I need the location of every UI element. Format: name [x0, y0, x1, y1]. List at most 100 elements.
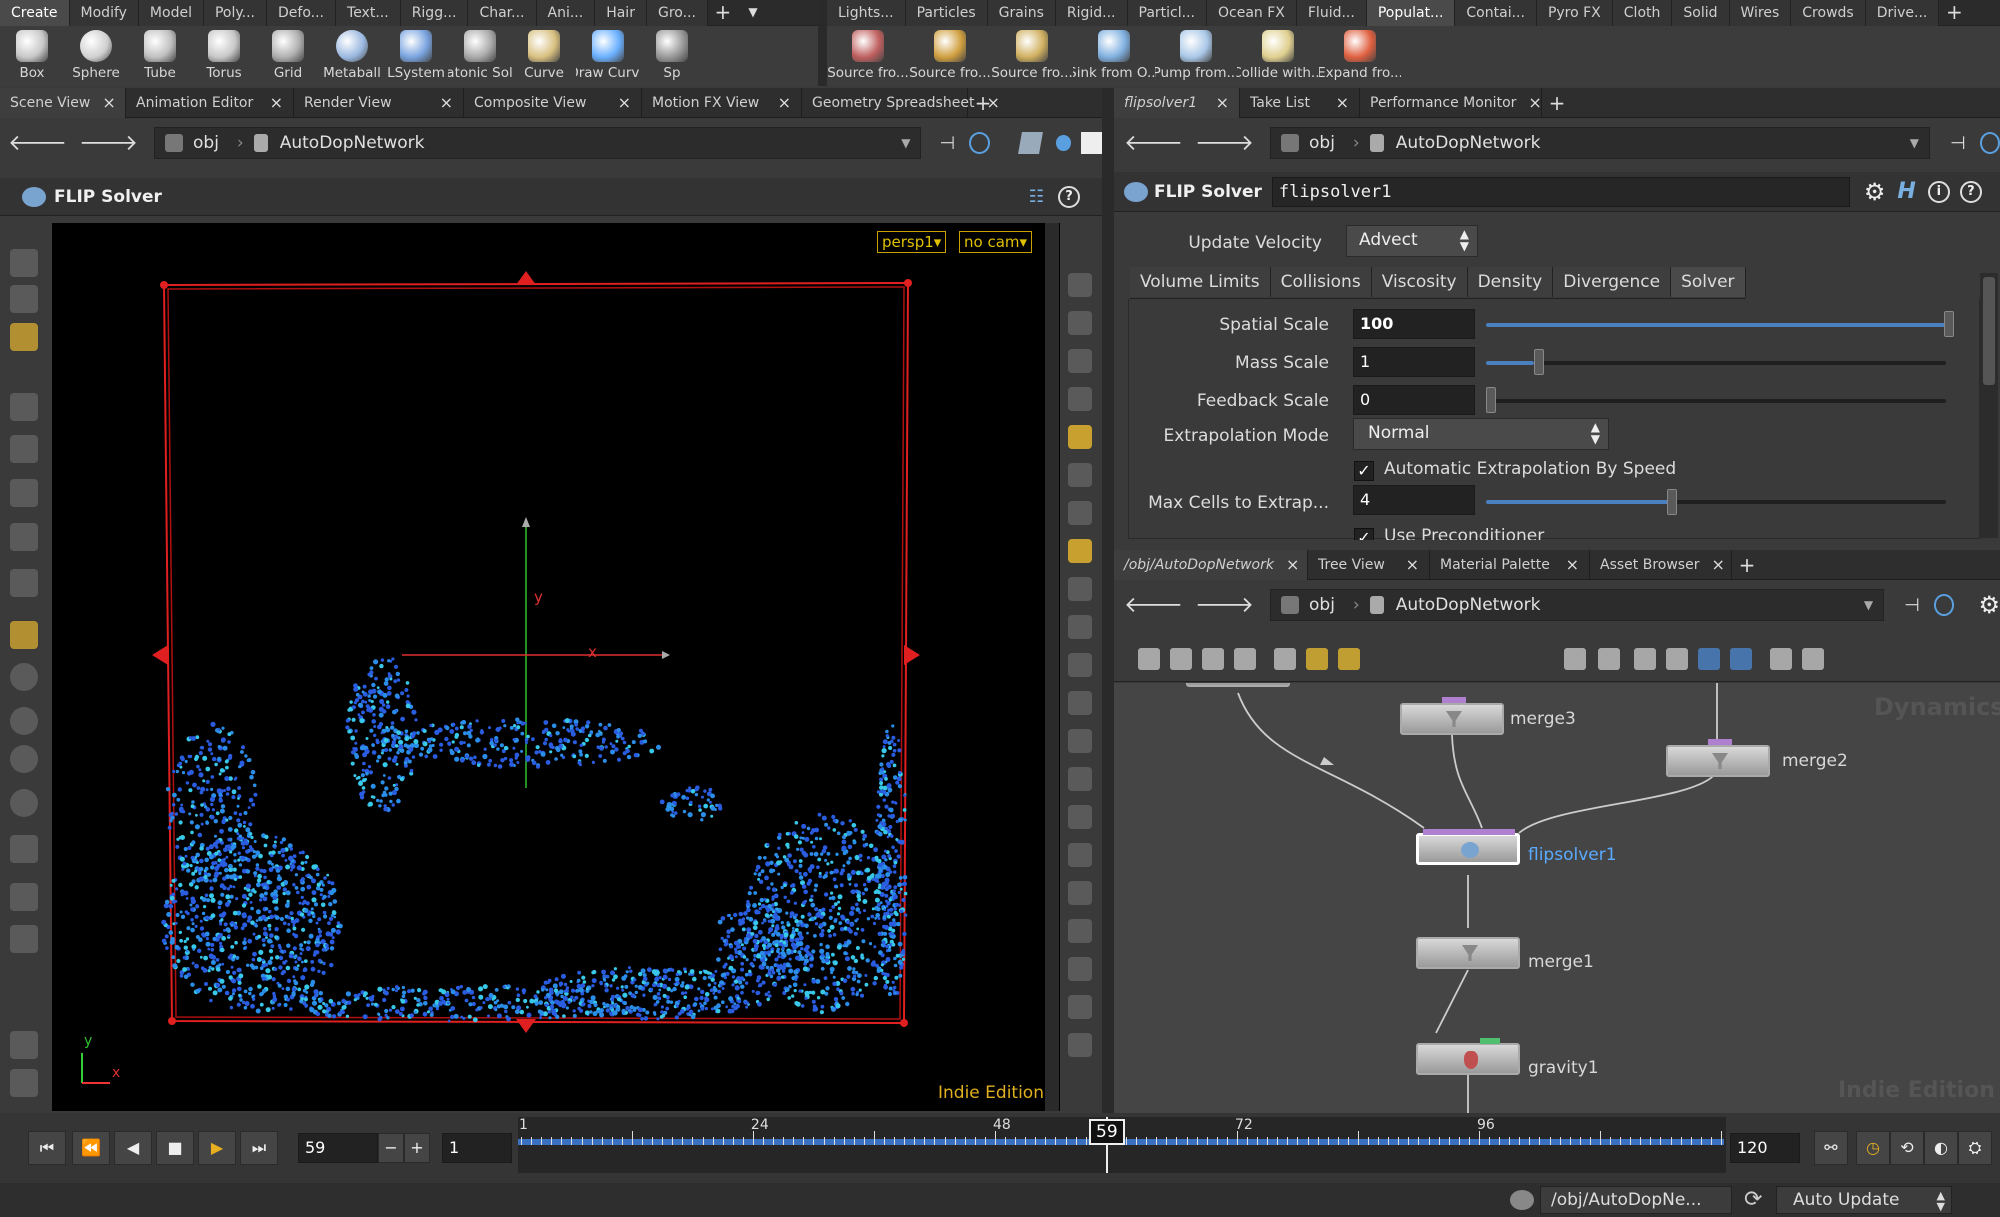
grid-snap-icon[interactable] — [1698, 648, 1720, 670]
param-slider-knob[interactable] — [1534, 349, 1544, 375]
info-icon[interactable]: i — [1927, 180, 1950, 203]
close-icon[interactable]: × — [1711, 550, 1724, 580]
shelf-tool-torus-3[interactable]: Torus — [192, 26, 256, 86]
chevron-down-icon[interactable]: ▼ — [901, 136, 910, 150]
forward-arrow-icon[interactable]: 🡒 — [1195, 592, 1254, 618]
param-slider-feedback-scale[interactable] — [1486, 399, 1946, 403]
path-root[interactable]: obj — [1309, 133, 1335, 153]
snap-curve-icon[interactable] — [10, 707, 38, 735]
add-shelf-tab-button-right[interactable]: + — [1939, 0, 1969, 25]
precond-checkbox[interactable]: ✓ — [1354, 528, 1374, 540]
param-field-mass-scale[interactable]: 1 — [1353, 347, 1475, 377]
path-node[interactable]: AutoDopNetwork — [1396, 133, 1541, 153]
gear-icon[interactable]: ⚙ — [1978, 591, 2000, 619]
camera-frustum-icon[interactable] — [1068, 843, 1092, 867]
shelf-tab-modify[interactable]: Modify — [69, 0, 139, 26]
node-merge1[interactable] — [1416, 937, 1520, 969]
viewport-scene[interactable] — [52, 223, 1097, 1111]
layout-icon[interactable] — [1634, 648, 1656, 670]
close-icon[interactable]: × — [270, 88, 283, 118]
view-lock-icon[interactable] — [10, 883, 38, 911]
node-name-field[interactable]: flipsolver1 — [1271, 176, 1850, 207]
close-icon[interactable]: × — [1216, 88, 1229, 118]
jump-to-start-button[interactable]: ⏮ — [28, 1131, 66, 1165]
shelf-tool-sphere-1[interactable]: Sphere — [64, 26, 128, 86]
edge-icon[interactable] — [1068, 653, 1092, 677]
snapshot-icon[interactable] — [1068, 539, 1092, 563]
param-field-spatial-scale[interactable]: 100 — [1353, 309, 1475, 339]
shelf-menu-icon[interactable]: ▼ — [738, 0, 768, 25]
shelf-tab-populat[interactable]: Populat... — [1366, 0, 1456, 26]
close-icon[interactable]: × — [1566, 550, 1579, 580]
shelf-tab-defo[interactable]: Defo... — [267, 0, 337, 26]
add-pane-tab-button[interactable]: + — [1542, 88, 1572, 117]
node-merge3[interactable] — [1400, 697, 1504, 735]
param-subtab-collisions[interactable]: Collisions — [1270, 267, 1372, 297]
back-arrow-icon[interactable]: 🡐 — [1124, 592, 1183, 618]
update-mode-select[interactable]: Auto Update ▲ ▼ — [1776, 1186, 1952, 1214]
pin-icon[interactable]: ⊣ — [1950, 133, 1966, 154]
pane-tab-obj-autodopnetwork[interactable]: /obj/AutoDopNetwork × — [1114, 550, 1308, 580]
flipbook-icon[interactable] — [10, 1031, 38, 1059]
play-button[interactable]: ▶ — [198, 1131, 236, 1165]
vector-icon[interactable] — [1068, 577, 1092, 601]
wireframe-icon[interactable] — [1068, 387, 1092, 411]
list-view-icon[interactable] — [1170, 648, 1192, 670]
shelf-tool-source-0[interactable]: Source fro... — [827, 26, 909, 86]
shelf-tab-crowds[interactable]: Crowds — [1791, 0, 1866, 26]
input-connectors[interactable] — [1423, 829, 1515, 835]
shelf-tab-particl[interactable]: Particl... — [1127, 0, 1207, 26]
pane-tab-flipsolver1[interactable]: flipsolver1 × — [1114, 88, 1240, 118]
update-velocity-select[interactable]: Advect ▲ ▼ — [1346, 225, 1478, 257]
tree-view-icon[interactable] — [1138, 648, 1160, 670]
select-arrow-icon[interactable] — [10, 393, 38, 421]
pane-divider[interactable] — [1102, 88, 1114, 1113]
pin-icon[interactable]: ⊣ — [1904, 595, 1920, 616]
pane-tab-take-list[interactable]: Take List × — [1240, 88, 1360, 118]
shelf-tool-expand-6[interactable]: Expand fro... — [1319, 26, 1401, 86]
chevron-down-icon[interactable]: ▼ — [1864, 598, 1873, 612]
shelf-tool-metaball-5[interactable]: Metaball — [320, 26, 384, 86]
point-display-icon[interactable] — [1068, 463, 1092, 487]
magnet-icon[interactable] — [10, 621, 38, 649]
pane-tab-composite-view[interactable]: Composite View × — [464, 88, 642, 118]
add-pane-tab-button[interactable]: + — [968, 88, 998, 117]
param-subtab-density[interactable]: Density — [1467, 267, 1554, 297]
ghost-icon[interactable] — [1068, 349, 1092, 373]
houdini-help-icon[interactable]: H — [1897, 179, 1915, 204]
snap-point-icon[interactable] — [10, 745, 38, 773]
node-merge2[interactable] — [1666, 739, 1770, 777]
number-icon[interactable] — [1068, 729, 1092, 753]
shelf-tool-platonic-7[interactable]: Platonic Sol... — [448, 26, 512, 86]
audio-button[interactable]: ⚯ — [1814, 1131, 1848, 1165]
pane-tab-performance-monitor[interactable]: Performance Monitor × — [1360, 88, 1542, 118]
keyframe-button[interactable]: ◐ — [1924, 1131, 1958, 1165]
help-icon[interactable]: ? — [1058, 185, 1080, 208]
transform-icon[interactable] — [1068, 881, 1092, 905]
viewer-options-icon[interactable]: ☷ — [1029, 187, 1044, 207]
back-arrow-icon[interactable]: 🡐 — [8, 130, 67, 156]
scene-viewport[interactable]: y x x y persp1▾ no cam▾ Indie Edition — [52, 223, 1097, 1111]
pane-tab-motion-fx-view[interactable]: Motion FX View × — [642, 88, 802, 118]
node-gravity1[interactable] — [1416, 1038, 1520, 1075]
pane-tab-geometry-spreadsheet[interactable]: Geometry Spreadsheet × — [802, 88, 1000, 118]
param-field-feedback-scale[interactable]: 0 — [1353, 385, 1475, 415]
paint-icon[interactable] — [1068, 767, 1092, 791]
link-icon[interactable] — [1979, 132, 2000, 154]
snap-grid-icon[interactable] — [10, 663, 38, 691]
pose-tool-icon[interactable] — [10, 285, 38, 313]
close-icon[interactable]: × — [440, 88, 453, 118]
status-path-select[interactable]: /obj/AutoDopNe... — [1540, 1186, 1732, 1214]
path-node[interactable]: AutoDopNetwork — [1396, 595, 1541, 615]
start-frame-field[interactable]: 1 — [442, 1133, 512, 1163]
lock-icon[interactable] — [1068, 311, 1092, 335]
param-subtab-solver[interactable]: Solver — [1671, 267, 1746, 297]
jump-to-end-button[interactable]: ⏭ — [240, 1131, 278, 1165]
shelf-tab-ocean-fx[interactable]: Ocean FX — [1206, 0, 1297, 26]
scale-tool-icon[interactable] — [10, 523, 38, 551]
pane-tab-asset-browser[interactable]: Asset Browser × — [1590, 550, 1732, 580]
shelf-tab-poly[interactable]: Poly... — [203, 0, 268, 26]
select-mode-icon[interactable] — [10, 323, 38, 351]
shelf-tab-grains[interactable]: Grains — [987, 0, 1056, 26]
screenshot-icon[interactable] — [1802, 648, 1824, 670]
